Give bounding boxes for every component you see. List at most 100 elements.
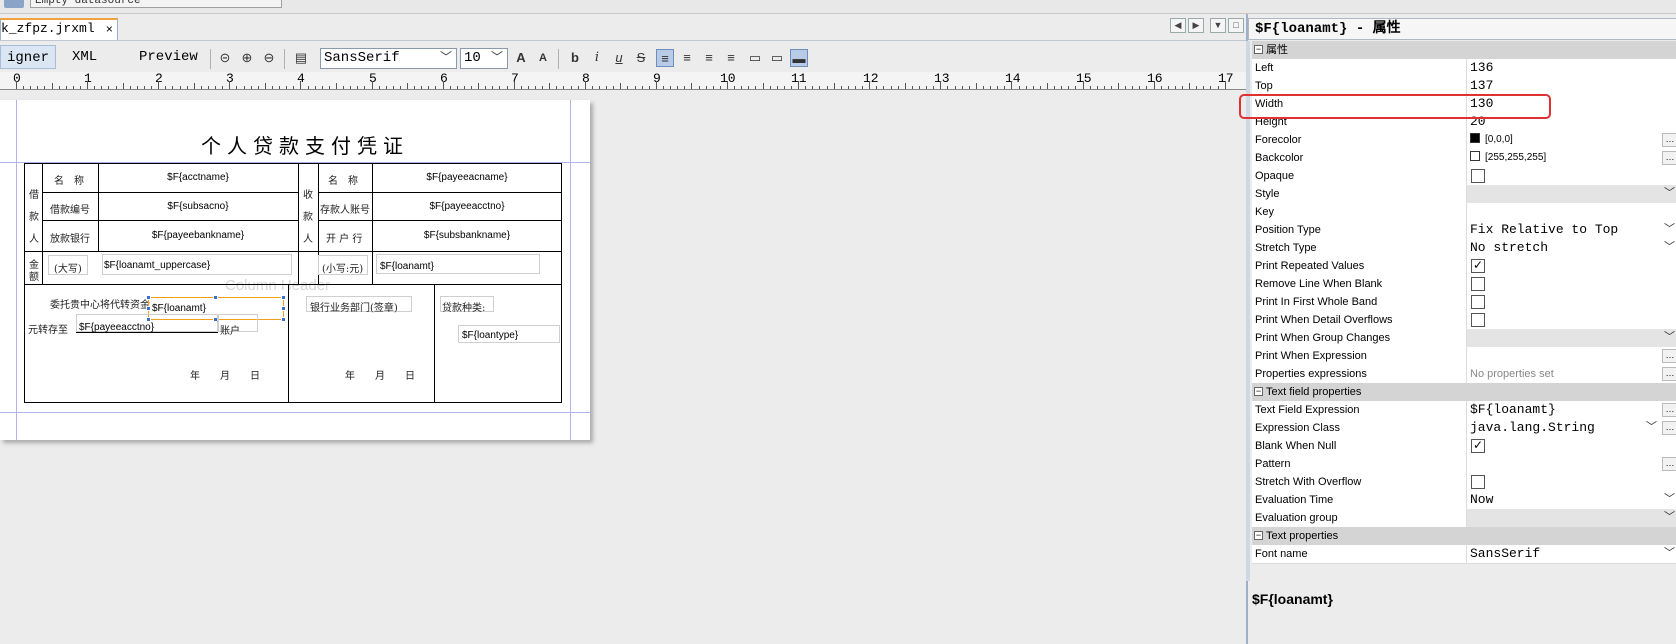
increase-font-icon[interactable]: A [512,49,530,67]
field-loantype[interactable]: $F{loantype} [462,330,518,341]
zoom-in-icon[interactable]: ⊕ [238,49,256,67]
tab-xml[interactable]: XML [66,45,103,69]
collapse-icon[interactable]: − [1254,387,1263,396]
prop-remove-line[interactable]: Remove Line When Blank [1252,275,1676,294]
prop-print-detail[interactable]: Print When Detail Overflows [1252,311,1676,330]
prop-value[interactable]: 136 [1466,59,1676,77]
font-size-select[interactable]: 10 ﹀ [460,48,508,69]
blank-null-checkbox[interactable]: ✓ [1471,439,1485,453]
prop-eval-group[interactable]: Evaluation group ﹀ [1252,509,1676,528]
ellipsis-button[interactable]: … [1662,457,1676,471]
prop-value[interactable]: Now [1470,492,1493,507]
prop-style[interactable]: Style ﹀ [1252,185,1676,204]
eval-group-select[interactable]: ﹀ [1466,509,1676,527]
valign-bottom-icon[interactable]: ▬ [790,49,808,67]
report-page[interactable]: Column Header 个人贷款支付凭证 借 款 人 收 款 人 金 额 名… [0,100,590,440]
prop-print-expr[interactable]: Print When Expression… [1252,347,1676,366]
prop-value[interactable]: No properties set [1466,365,1676,383]
tab-designer[interactable]: igner [0,45,57,69]
prop-value[interactable]: $F{loanamt} [1466,401,1676,419]
tab-preview[interactable]: Preview [133,45,204,69]
align-right-icon[interactable]: ≡ [722,49,740,67]
prop-stretch-type[interactable]: Stretch Type No stretch ﹀ [1252,239,1676,258]
prop-value[interactable]: Fix Relative to Top [1470,222,1618,237]
zoom-normal-icon[interactable]: ⊝ [216,49,234,67]
datasource-combo[interactable]: Empty datasource [30,0,282,8]
prop-properties-expr[interactable]: Properties expressions No properties set… [1252,365,1676,384]
collapse-icon[interactable]: − [1254,531,1263,540]
close-tab-icon[interactable]: × [106,21,113,39]
prop-text-field-expr[interactable]: Text Field Expression $F{loanamt}… [1252,401,1676,420]
font-name-select[interactable]: SansSerif ﹀ [320,48,457,69]
field-subsbankname[interactable]: $F{subsbankname} [374,230,560,241]
zoom-out-icon[interactable]: ⊖ [260,49,278,67]
prop-stretch-overflow[interactable]: Stretch With Overflow [1252,473,1676,492]
field-loanamt-small[interactable]: $F{loanamt} [380,261,434,272]
prop-value[interactable]: java.lang.String [1470,420,1595,435]
strikethrough-icon[interactable]: S [632,49,650,67]
ellipsis-button[interactable]: … [1662,151,1676,165]
prop-value[interactable]: [255,255,255] [1485,152,1546,163]
italic-icon[interactable]: i [588,49,606,67]
paste-icon[interactable]: ▤ [292,49,310,67]
group-text-field[interactable]: − Text field properties [1252,383,1676,401]
group-attributes[interactable]: − 属性 [1252,41,1676,59]
ellipsis-button[interactable]: … [1662,421,1676,435]
print-first-checkbox[interactable] [1471,295,1485,309]
decrease-font-icon[interactable]: A [534,49,552,67]
align-left-icon[interactable]: ≡ [656,49,674,67]
field-payeeacctno-transfer[interactable]: $F{payeeacctno} [79,322,154,333]
opaque-checkbox[interactable] [1471,169,1485,183]
field-subsacno[interactable]: $F{subsacno} [100,201,296,212]
tab-report-file[interactable]: k_zfpz.jrxml × [0,18,118,40]
prop-value[interactable] [1466,347,1676,365]
print-detail-checkbox[interactable] [1471,313,1485,327]
ellipsis-button[interactable]: … [1662,367,1676,381]
prop-value[interactable]: 137 [1466,77,1676,95]
ellipsis-button[interactable]: … [1662,403,1676,417]
prop-value[interactable]: No stretch [1470,240,1548,255]
group-text-props[interactable]: − Text properties [1252,527,1676,545]
design-canvas[interactable]: Column Header 个人贷款支付凭证 借 款 人 收 款 人 金 额 名… [0,90,1250,644]
prop-key[interactable]: Key [1252,203,1676,222]
stretch-overflow-checkbox[interactable] [1471,475,1485,489]
prop-value[interactable] [1466,455,1676,473]
tab-maximize-icon[interactable]: □ [1228,18,1244,33]
prop-position-type[interactable]: Position Type Fix Relative to Top ﹀ [1252,221,1676,240]
tab-prev-icon[interactable]: ◀ [1170,18,1186,33]
print-repeated-checkbox[interactable]: ✓ [1471,259,1485,273]
field-payeebankname[interactable]: $F{payeebankname} [100,230,296,241]
prop-expression-class[interactable]: Expression Class java.lang.String ﹀… [1252,419,1676,438]
prop-value[interactable] [1466,203,1676,221]
valign-top-icon[interactable]: ▭ [746,49,764,67]
align-justify-icon[interactable]: ≡ [678,49,696,67]
underline-icon[interactable]: u [610,49,628,67]
field-loanamt-uppercase[interactable]: $F{loanamt_uppercase} [104,260,210,271]
valign-middle-icon[interactable]: ▭ [768,49,786,67]
prop-forecolor[interactable]: Forecolor [0,0,0]… [1252,131,1676,150]
bold-icon[interactable]: b [566,49,584,67]
report-title[interactable]: 个人贷款支付凭证 [190,130,420,159]
prop-font-name[interactable]: Font name SansSerif ﹀ [1252,545,1676,564]
prop-print-group[interactable]: Print When Group Changes ﹀ [1252,329,1676,348]
field-payeeacname[interactable]: $F{payeeacname} [374,172,560,183]
collapse-icon[interactable]: − [1254,45,1263,54]
prop-print-repeated[interactable]: Print Repeated Values ✓ [1252,257,1676,276]
ellipsis-button[interactable]: … [1662,133,1676,147]
align-center-icon[interactable]: ≡ [700,49,718,67]
print-group-select[interactable]: ﹀ [1466,329,1676,347]
field-payeeacctno[interactable]: $F{payeeacctno} [374,201,560,212]
tab-next-icon[interactable]: ▶ [1188,18,1204,33]
prop-opaque[interactable]: Opaque [1252,167,1676,186]
prop-left[interactable]: Left 136 [1252,59,1676,78]
prop-backcolor[interactable]: Backcolor [255,255,255]… [1252,149,1676,168]
prop-blank-null[interactable]: Blank When Null ✓ [1252,437,1676,456]
style-select[interactable]: ﹀ [1466,185,1676,203]
ellipsis-button[interactable]: … [1662,349,1676,363]
prop-print-first[interactable]: Print In First Whole Band [1252,293,1676,312]
prop-eval-time[interactable]: Evaluation Time Now ﹀ [1252,491,1676,510]
prop-pattern[interactable]: Pattern… [1252,455,1676,474]
tab-list-icon[interactable]: ▼ [1210,18,1226,33]
datasource-icon[interactable] [4,0,24,8]
prop-value[interactable]: [0,0,0] [1485,134,1513,145]
